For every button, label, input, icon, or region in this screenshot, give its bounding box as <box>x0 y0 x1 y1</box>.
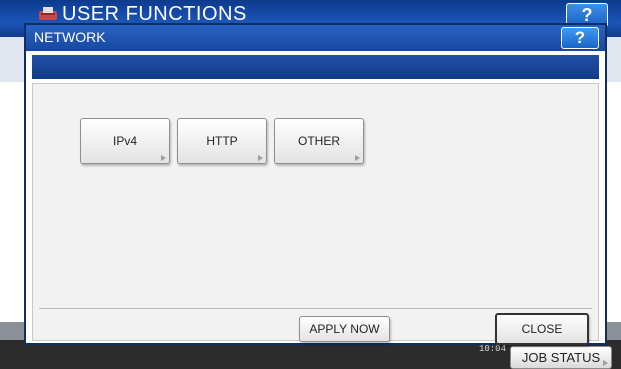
dialog-title: NETWORK <box>34 29 106 45</box>
http-label: HTTP <box>206 134 238 148</box>
apply-now-button[interactable]: APPLY NOW <box>299 316 390 342</box>
expand-arrow-icon <box>603 360 608 366</box>
divider <box>39 308 592 309</box>
clock: 10:04 <box>440 344 506 354</box>
other-label: OTHER <box>298 134 340 148</box>
network-dialog: NETWORK ? IPv4 HTTP OTHER APPLY NOW CLOS… <box>24 23 607 345</box>
user-functions-icon <box>39 7 57 20</box>
close-button[interactable]: CLOSE <box>495 313 589 345</box>
submenu-arrow-icon <box>258 155 263 161</box>
ipv4-label: IPv4 <box>112 134 137 148</box>
http-button[interactable]: HTTP <box>177 118 267 164</box>
other-button[interactable]: OTHER <box>274 118 364 164</box>
ipv4-button[interactable]: IPv4 <box>80 118 170 164</box>
dialog-help-button[interactable]: ? <box>561 27 599 49</box>
dialog-subbar <box>32 55 599 79</box>
clock-time: 10:04 <box>478 344 506 354</box>
submenu-arrow-icon <box>355 155 360 161</box>
dialog-header: NETWORK ? <box>26 25 605 51</box>
job-status-button[interactable]: JOB STATUS <box>510 346 612 369</box>
job-status-label: JOB STATUS <box>521 350 601 365</box>
dialog-body: IPv4 HTTP OTHER APPLY NOW CLOSE <box>32 83 599 345</box>
submenu-arrow-icon <box>161 155 166 161</box>
